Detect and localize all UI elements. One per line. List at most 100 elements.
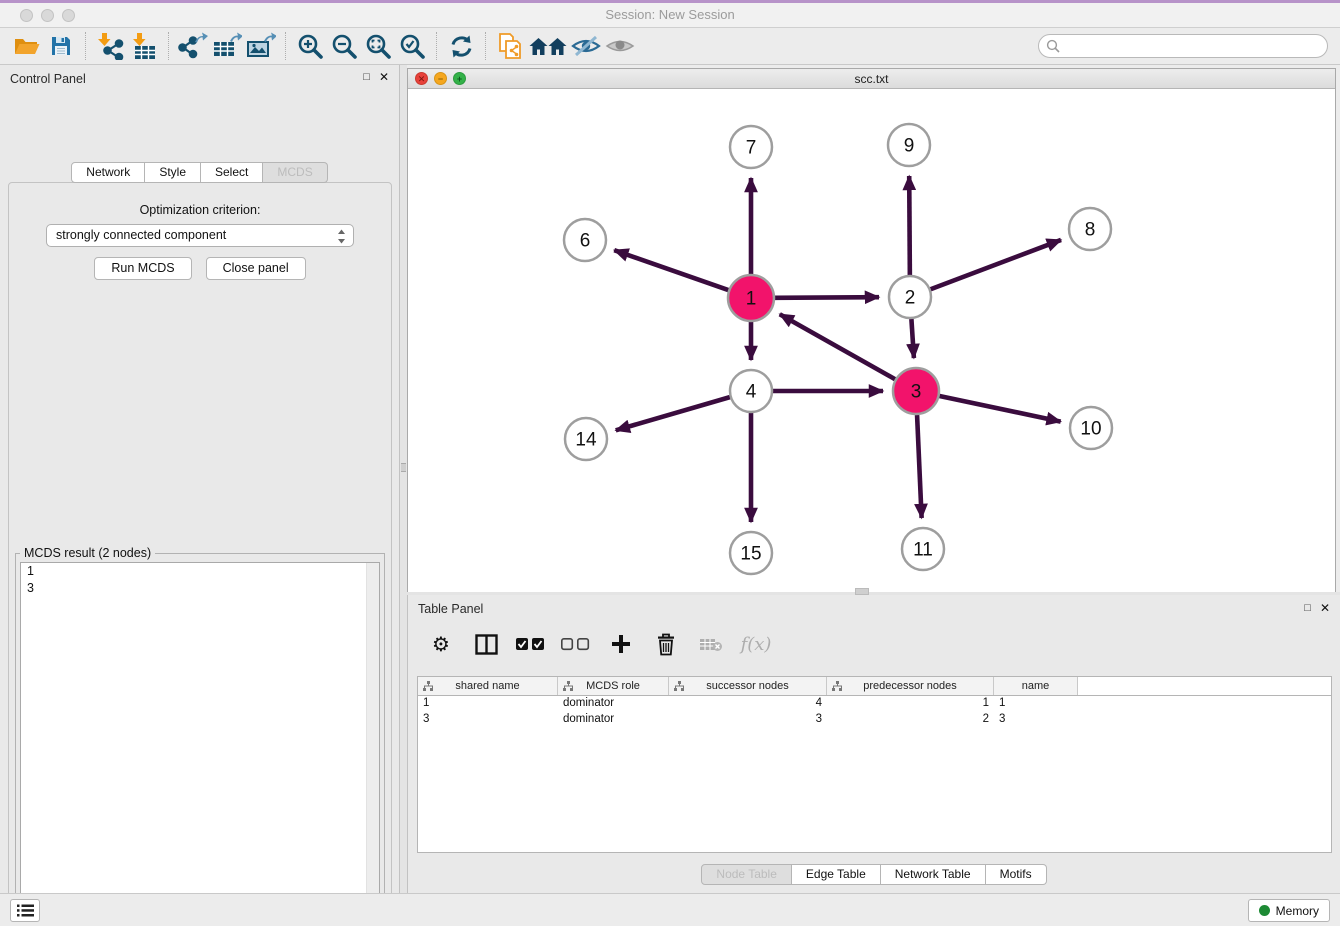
- split-view-button[interactable]: [471, 629, 501, 659]
- close-panel-icon[interactable]: ✕: [1320, 601, 1330, 615]
- column-header-mcds-role[interactable]: MCDS role: [558, 677, 669, 695]
- gear-icon: ⚙: [432, 632, 450, 656]
- zoom-selected-button[interactable]: [395, 31, 429, 61]
- zoom-in-icon: [297, 33, 324, 60]
- edge-3-1[interactable]: [780, 314, 895, 379]
- edge-3-10[interactable]: [939, 396, 1060, 422]
- node-3[interactable]: 3: [893, 368, 939, 414]
- import-network-button[interactable]: [93, 31, 127, 61]
- table-row[interactable]: 1dominator411: [418, 696, 1331, 712]
- vertical-splitter[interactable]: [400, 65, 407, 893]
- node-7[interactable]: 7: [730, 126, 772, 168]
- zoom-in-button[interactable]: [293, 31, 327, 61]
- tab-mcds[interactable]: MCDS: [263, 162, 327, 183]
- node-6[interactable]: 6: [564, 219, 606, 261]
- table-cell[interactable]: dominator: [558, 696, 669, 712]
- memory-button[interactable]: Memory: [1248, 899, 1330, 922]
- hide-selected-icon: [571, 34, 601, 58]
- export-image-button[interactable]: [244, 31, 278, 61]
- save-session-icon: [50, 35, 72, 57]
- table-cell[interactable]: 3: [669, 712, 827, 728]
- delete-table-icon: [699, 636, 723, 652]
- float-panel-icon[interactable]: □: [1304, 602, 1311, 614]
- edge-2-3[interactable]: [911, 319, 913, 358]
- deselect-all-button[interactable]: [561, 629, 591, 659]
- table-cell[interactable]: 2: [827, 712, 994, 728]
- edge-2-9[interactable]: [909, 176, 910, 275]
- node-8[interactable]: 8: [1069, 208, 1111, 250]
- tab-select[interactable]: Select: [201, 162, 263, 183]
- tab-style[interactable]: Style: [145, 162, 201, 183]
- horizontal-splitter-handle[interactable]: [855, 588, 869, 595]
- edge-1-6[interactable]: [614, 250, 728, 290]
- mcds-result-list[interactable]: 13: [20, 562, 380, 926]
- refresh-layout-button[interactable]: [444, 31, 478, 61]
- node-11[interactable]: 11: [902, 528, 944, 570]
- edge-2-8[interactable]: [931, 240, 1061, 289]
- network-canvas[interactable]: 7 9 6 8 1 2 4 3 14 10 15 11: [408, 89, 1335, 592]
- node-10[interactable]: 10: [1070, 407, 1112, 449]
- tab-edge-table[interactable]: Edge Table: [792, 864, 881, 885]
- node-label: 15: [740, 544, 761, 565]
- mcds-panel: Optimization criterion: strongly connect…: [8, 182, 392, 926]
- delete-column-button[interactable]: [651, 629, 681, 659]
- show-panel-list-button[interactable]: [10, 899, 40, 922]
- column-header-label: successor nodes: [706, 680, 789, 692]
- table-cell[interactable]: 1: [994, 696, 1078, 712]
- close-panel-icon[interactable]: ✕: [379, 70, 389, 84]
- criterion-dropdown[interactable]: strongly connected component: [46, 224, 354, 247]
- tab-motifs[interactable]: Motifs: [986, 864, 1047, 885]
- search-input[interactable]: [1038, 34, 1328, 58]
- tab-network-table[interactable]: Network Table: [881, 864, 986, 885]
- vertical-splitter-handle[interactable]: [401, 463, 406, 472]
- table-row[interactable]: 3dominator323: [418, 712, 1331, 728]
- zoom-fit-button[interactable]: [361, 31, 395, 61]
- close-panel-button[interactable]: Close panel: [206, 257, 306, 280]
- node-15[interactable]: 15: [730, 532, 772, 574]
- node-4[interactable]: 4: [730, 370, 772, 412]
- node-label: 7: [746, 138, 757, 159]
- node-14[interactable]: 14: [565, 418, 607, 460]
- table-settings-button[interactable]: ⚙: [426, 629, 456, 659]
- node-9[interactable]: 9: [888, 124, 930, 166]
- node-2[interactable]: 2: [889, 276, 931, 318]
- show-all-button[interactable]: [603, 31, 637, 61]
- edge-3-11[interactable]: [917, 415, 922, 518]
- open-session-button[interactable]: [10, 31, 44, 61]
- mcds-result-item[interactable]: 1: [21, 563, 379, 580]
- zoom-out-button[interactable]: [327, 31, 361, 61]
- column-header-successor-nodes[interactable]: successor nodes: [669, 677, 827, 695]
- node-label: 11: [913, 540, 933, 561]
- table-cell[interactable]: 4: [669, 696, 827, 712]
- mcds-result-scrollbar[interactable]: [366, 563, 379, 926]
- table-cell[interactable]: 1: [827, 696, 994, 712]
- save-session-button[interactable]: [44, 31, 78, 61]
- tab-network[interactable]: Network: [71, 162, 145, 183]
- edge-1-2[interactable]: [775, 297, 879, 298]
- delete-table-button[interactable]: [696, 629, 726, 659]
- mcds-result-item[interactable]: 3: [21, 580, 379, 597]
- clone-network-button[interactable]: [493, 31, 527, 61]
- column-header-name[interactable]: name: [994, 677, 1078, 695]
- network-window-titlebar[interactable]: ✕ − + scc.txt: [408, 69, 1335, 89]
- table-cell[interactable]: 3: [418, 712, 558, 728]
- table-cell[interactable]: 1: [418, 696, 558, 712]
- network-window-title: scc.txt: [408, 72, 1335, 86]
- tab-node-table[interactable]: Node Table: [701, 864, 792, 885]
- export-network-button[interactable]: [176, 31, 210, 61]
- import-table-button[interactable]: [127, 31, 161, 61]
- add-column-button[interactable]: [606, 629, 636, 659]
- hide-selected-button[interactable]: [569, 31, 603, 61]
- export-table-button[interactable]: [210, 31, 244, 61]
- run-mcds-button[interactable]: Run MCDS: [94, 257, 191, 280]
- column-header-shared-name[interactable]: shared name: [418, 677, 558, 695]
- select-all-button[interactable]: [516, 629, 546, 659]
- function-builder-button[interactable]: f(x): [741, 629, 771, 659]
- column-header-predecessor-nodes[interactable]: predecessor nodes: [827, 677, 994, 695]
- node-1[interactable]: 1: [728, 275, 774, 321]
- float-panel-icon[interactable]: □: [363, 71, 370, 83]
- table-cell[interactable]: 3: [994, 712, 1078, 728]
- first-neighbors-button[interactable]: [527, 31, 569, 61]
- edge-4-14[interactable]: [616, 397, 730, 430]
- table-cell[interactable]: dominator: [558, 712, 669, 728]
